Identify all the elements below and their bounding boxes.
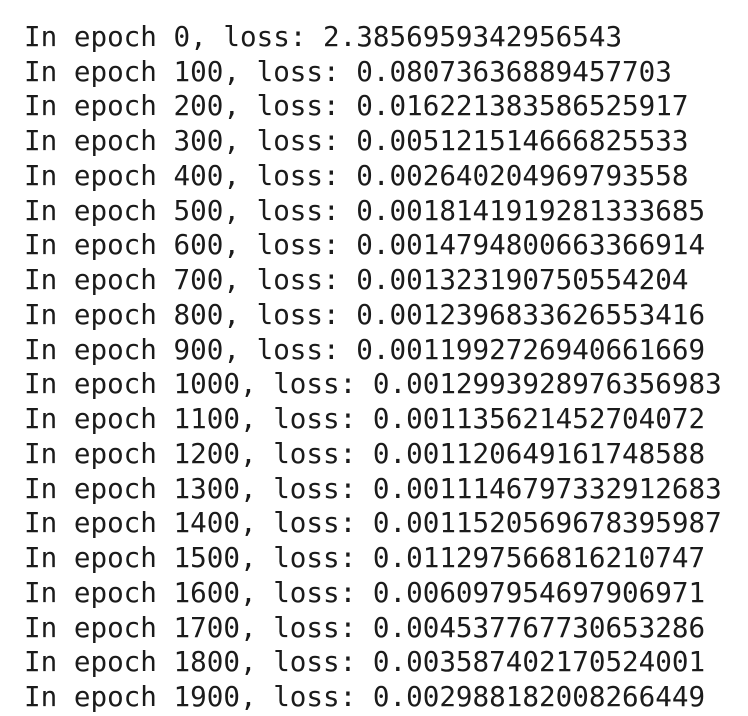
output-line: In epoch 1300, loss: 0.00111467973329126… <box>24 471 722 505</box>
output-line: In epoch 1900, loss: 0.00298818200826644… <box>24 680 706 713</box>
output-line: In epoch 1600, loss: 0.00609795469790697… <box>24 575 706 609</box>
output-line: In epoch 1400, loss: 0.00115205696783959… <box>24 506 722 540</box>
output-line: In epoch 600, loss: 0.001479480066336691… <box>24 228 706 262</box>
output-line: In epoch 200, loss: 0.016221383586525917 <box>24 89 689 123</box>
partial-output-line <box>24 0 722 20</box>
output-line: In epoch 1100, loss: 0.00113562145270407… <box>24 402 706 435</box>
output-line: In epoch 1500, loss: 0.01129756681621074… <box>24 541 706 574</box>
output-line: In epoch 900, loss: 0.001199272694066166… <box>24 332 706 366</box>
output-line: In epoch 0, loss: 2.3856959342956543 <box>24 19 623 53</box>
output-line: In epoch 700, loss: 0.001323190750554204 <box>24 263 689 296</box>
output-line: In epoch 1200, loss: 0.00112064916174858… <box>24 436 706 470</box>
output-line: In epoch 500, loss: 0.001814191928133368… <box>24 193 706 227</box>
output-line: In epoch 400, loss: 0.002640204969793558 <box>24 158 689 192</box>
output-line: In epoch 1700, loss: 0.00453776773065328… <box>24 610 706 644</box>
output-line: In epoch 800, loss: 0.001239683362655341… <box>24 297 706 331</box>
output-line: In epoch 1800, loss: 0.00358740217052400… <box>24 645 706 679</box>
terminal-output: In epoch 0, loss: 2.3856959342956543 In e… <box>24 0 722 715</box>
output-line: In epoch 1000, loss: 0.00129939289763569… <box>24 367 722 401</box>
output-line: In epoch 100, loss: 0.08073636889457703 <box>24 54 672 88</box>
output-line: In epoch 300, loss: 0.005121514666825533 <box>24 124 689 157</box>
